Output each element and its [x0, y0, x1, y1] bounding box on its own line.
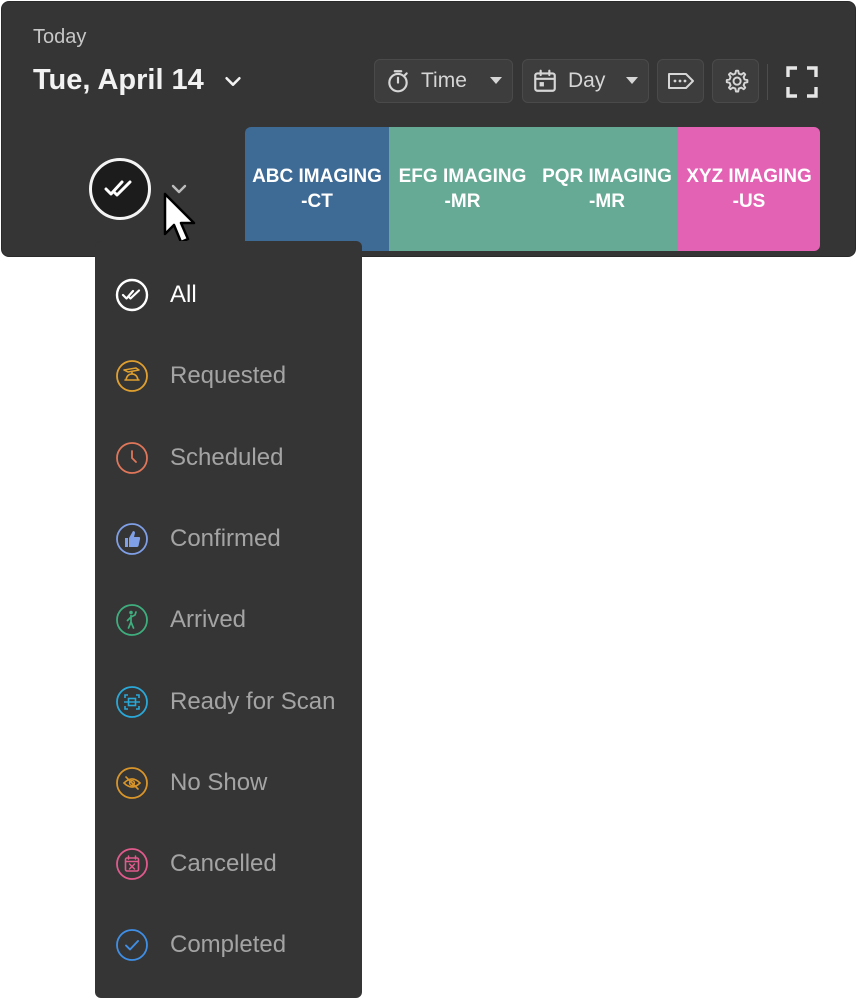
- status-option-arrived[interactable]: Arrived: [95, 590, 362, 650]
- toolbar-divider: [767, 64, 768, 100]
- status-option-requested[interactable]: Requested: [95, 346, 362, 406]
- status-option-all[interactable]: All: [95, 265, 362, 325]
- double-check-icon: [115, 278, 149, 312]
- resource-column[interactable]: PQR IMAGING -MR: [536, 127, 678, 251]
- eye-off-icon: [115, 766, 149, 800]
- day-view-label: Day: [568, 69, 606, 92]
- label-filter-button[interactable]: [657, 59, 704, 103]
- chevron-down-icon: [225, 76, 241, 86]
- bell-hand-icon: [115, 359, 149, 393]
- status-option-label: Scheduled: [170, 443, 284, 471]
- day-view-dropdown[interactable]: Day: [522, 59, 649, 103]
- caret-down-icon: [626, 77, 638, 84]
- scheduler-widget: Today Tue, April 14 Time Day ABC IMAGING…: [0, 0, 858, 998]
- settings-button[interactable]: [712, 59, 759, 103]
- status-option-cancelled[interactable]: Cancelled: [95, 834, 362, 894]
- status-option-confirmed[interactable]: Confirmed: [95, 509, 362, 569]
- time-view-dropdown[interactable]: Time: [374, 59, 513, 103]
- mouse-cursor-icon: [163, 192, 196, 244]
- status-option-scheduled[interactable]: Scheduled: [95, 428, 362, 488]
- status-option-label: Ready for Scan: [170, 687, 336, 715]
- today-label: Today: [33, 26, 87, 48]
- status-option-label: Confirmed: [170, 524, 281, 552]
- status-option-no-show[interactable]: No Show: [95, 753, 362, 813]
- current-date: Tue, April 14: [33, 64, 204, 96]
- date-selector[interactable]: Tue, April 14: [33, 64, 244, 97]
- time-view-label: Time: [421, 69, 467, 92]
- status-option-label: Requested: [170, 362, 287, 390]
- resource-columns: ABC IMAGING -CT EFG IMAGING -MR PQR IMAGIN…: [245, 127, 820, 251]
- status-option-label: No Show: [170, 768, 268, 796]
- clock-icon: [115, 441, 149, 475]
- caret-down-icon: [490, 77, 502, 84]
- double-check-icon: [104, 180, 132, 197]
- status-option-label: Cancelled: [170, 850, 277, 878]
- check-circle-icon: [115, 928, 149, 962]
- person-arrived-icon: [115, 603, 149, 637]
- resource-column[interactable]: ABC IMAGING -CT: [245, 127, 389, 251]
- stopwatch-icon: [388, 70, 408, 93]
- resource-column[interactable]: XYZ IMAGING -US: [678, 127, 820, 251]
- status-option-completed[interactable]: Completed: [95, 915, 362, 975]
- fullscreen-icon[interactable]: [786, 66, 818, 98]
- thumbs-up-icon: [115, 522, 149, 556]
- status-option-label: Arrived: [170, 606, 247, 634]
- status-option-ready-for-scan[interactable]: Ready for Scan: [95, 672, 362, 732]
- scheduler-header-panel: Today Tue, April 14 Time Day ABC IMAGING…: [1, 1, 856, 257]
- calendar-icon: [534, 69, 556, 92]
- scan-icon: [115, 685, 149, 719]
- gear-icon: [725, 69, 748, 93]
- status-option-label: Completed: [170, 931, 287, 959]
- status-filter-toggle[interactable]: [89, 158, 151, 220]
- calendar-x-icon: [115, 847, 149, 881]
- resource-column[interactable]: EFG IMAGING -MR: [389, 127, 536, 251]
- status-option-label: All: [170, 281, 197, 308]
- label-tag-icon: [667, 73, 694, 89]
- status-filter-dropdown: All Requested Scheduled Confirmed Arrived…: [95, 241, 362, 998]
